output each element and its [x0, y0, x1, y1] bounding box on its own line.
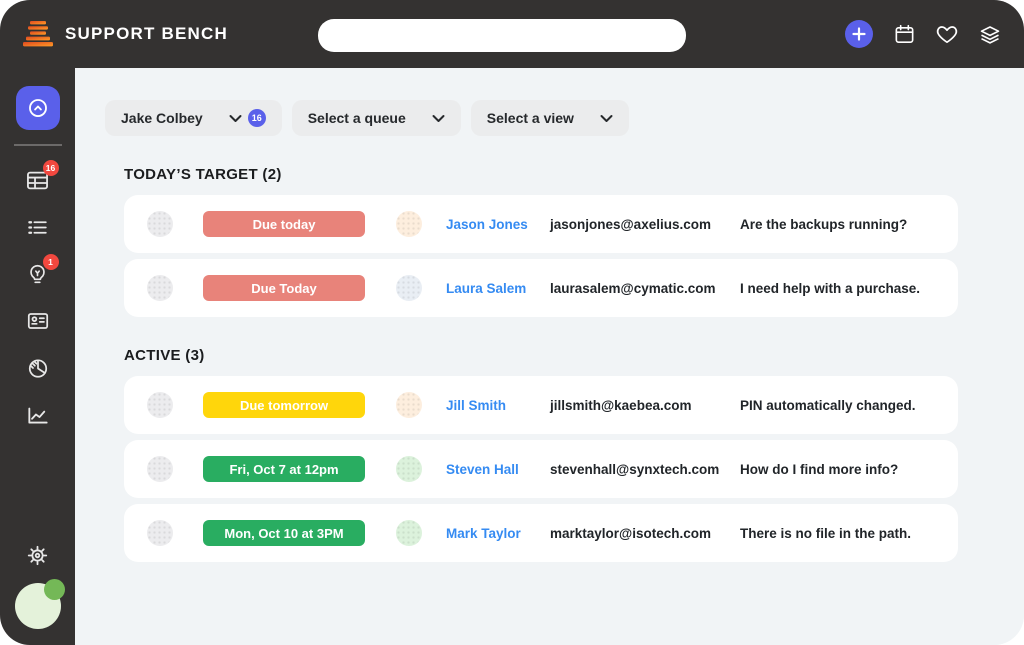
gear-icon: [24, 542, 51, 569]
due-badge: Fri, Oct 7 at 12pm: [203, 456, 365, 482]
ticket-subject: Are the backups running?: [740, 217, 907, 232]
ticket-subject: PIN automatically changed.: [740, 398, 916, 413]
chevron-down-icon: [229, 114, 242, 123]
app-window: Support Bench: [0, 0, 1024, 645]
due-badge: Due Today: [203, 275, 365, 301]
contact-email: stevenhall@synxtech.com: [550, 462, 740, 477]
view-dropdown-label: Select a view: [487, 110, 574, 126]
filter-bar: Jake Colbey 16 Select a queue Select a v…: [105, 100, 1024, 136]
row-status-circle[interactable]: [147, 275, 173, 301]
sidebar-item-home[interactable]: [16, 86, 60, 130]
sidebar-divider: [14, 144, 62, 146]
queue-dropdown[interactable]: Select a queue: [292, 100, 461, 136]
plus-icon: [852, 27, 866, 41]
contact-avatar: [396, 275, 422, 301]
sidebar: 16 1: [0, 68, 75, 645]
insights-badge: 1: [43, 254, 59, 270]
contact-avatar: [396, 456, 422, 482]
add-button[interactable]: [845, 20, 873, 48]
chevron-down-icon: [600, 114, 613, 123]
ticket-row[interactable]: Fri, Oct 7 at 12pm Steven Hall stevenhal…: [124, 440, 958, 498]
agent-dropdown[interactable]: Jake Colbey 16: [105, 100, 282, 136]
topbar-actions: [845, 0, 1002, 68]
support-bench-logo-icon: [19, 18, 57, 50]
search-input[interactable]: [318, 19, 686, 52]
due-badge: Due today: [203, 211, 365, 237]
agent-count-badge: 16: [248, 109, 266, 127]
contact-email: laurasalem@cymatic.com: [550, 281, 740, 296]
ticket-row[interactable]: Due today Jason Jones jasonjones@axelius…: [124, 195, 958, 253]
sidebar-item-tickets[interactable]: 16: [16, 157, 60, 203]
id-card-icon: [25, 308, 51, 334]
pie-chart-icon: [25, 355, 51, 381]
sidebar-item-contacts[interactable]: [16, 298, 60, 344]
agent-dropdown-label: Jake Colbey: [121, 110, 203, 126]
list-icon: [25, 215, 50, 240]
due-badge: Mon, Oct 10 at 3PM: [203, 520, 365, 546]
sidebar-item-analytics[interactable]: [16, 392, 60, 438]
tickets-badge: 16: [43, 160, 59, 176]
ticket-subject: How do I find more info?: [740, 462, 898, 477]
contact-name-link[interactable]: Mark Taylor: [446, 526, 550, 541]
ticket-section: Today’s Target (2) Due today Jason Jones…: [75, 166, 1024, 317]
row-status-circle[interactable]: [147, 211, 173, 237]
contact-avatar: [396, 211, 422, 237]
layers-icon[interactable]: [978, 22, 1002, 46]
contact-name-link[interactable]: Jason Jones: [446, 217, 550, 232]
home-icon: [25, 95, 51, 121]
brand-name: Support Bench: [65, 24, 228, 44]
chevron-down-icon: [432, 114, 445, 123]
ticket-row[interactable]: Mon, Oct 10 at 3PM Mark Taylor marktaylo…: [124, 504, 958, 562]
contact-email: marktaylor@isotech.com: [550, 526, 740, 541]
settings-button[interactable]: [16, 533, 60, 577]
contact-name-link[interactable]: Jill Smith: [446, 398, 550, 413]
user-avatar[interactable]: [15, 583, 61, 629]
line-chart-icon: [25, 402, 51, 428]
sidebar-bottom: [0, 533, 75, 629]
ticket-row[interactable]: Due tomorrow Jill Smith jillsmith@kaebea…: [124, 376, 958, 434]
ticket-subject: There is no file in the path.: [740, 526, 911, 541]
contact-avatar: [396, 392, 422, 418]
row-status-circle[interactable]: [147, 456, 173, 482]
contact-name-link[interactable]: Laura Salem: [446, 281, 550, 296]
brand: Support Bench: [19, 18, 228, 50]
queue-dropdown-label: Select a queue: [308, 110, 406, 126]
contact-email: jasonjones@axelius.com: [550, 217, 740, 232]
section-title: Active (3): [124, 347, 1024, 364]
due-badge: Due tomorrow: [203, 392, 365, 418]
calendar-icon[interactable]: [892, 22, 916, 46]
section-rows: Due tomorrow Jill Smith jillsmith@kaebea…: [124, 376, 1024, 562]
topbar: Support Bench: [0, 0, 1024, 68]
ticket-subject: I need help with a purchase.: [740, 281, 920, 296]
section-rows: Due today Jason Jones jasonjones@axelius…: [124, 195, 1024, 317]
ticket-row[interactable]: Due Today Laura Salem laurasalem@cymatic…: [124, 259, 958, 317]
contact-email: jillsmith@kaebea.com: [550, 398, 740, 413]
heart-icon[interactable]: [935, 22, 959, 46]
main-content: Jake Colbey 16 Select a queue Select a v…: [75, 68, 1024, 645]
sidebar-item-list[interactable]: [16, 204, 60, 250]
ticket-sections: Today’s Target (2) Due today Jason Jones…: [75, 166, 1024, 562]
row-status-circle[interactable]: [147, 392, 173, 418]
sidebar-item-insights[interactable]: 1: [16, 251, 60, 297]
ticket-section: Active (3) Due tomorrow Jill Smith jills…: [75, 347, 1024, 562]
contact-avatar: [396, 520, 422, 546]
row-status-circle[interactable]: [147, 520, 173, 546]
view-dropdown[interactable]: Select a view: [471, 100, 629, 136]
section-title: Today’s Target (2): [124, 166, 1024, 183]
sidebar-item-reports[interactable]: [16, 345, 60, 391]
contact-name-link[interactable]: Steven Hall: [446, 462, 550, 477]
avatar-status-dot: [44, 579, 65, 600]
